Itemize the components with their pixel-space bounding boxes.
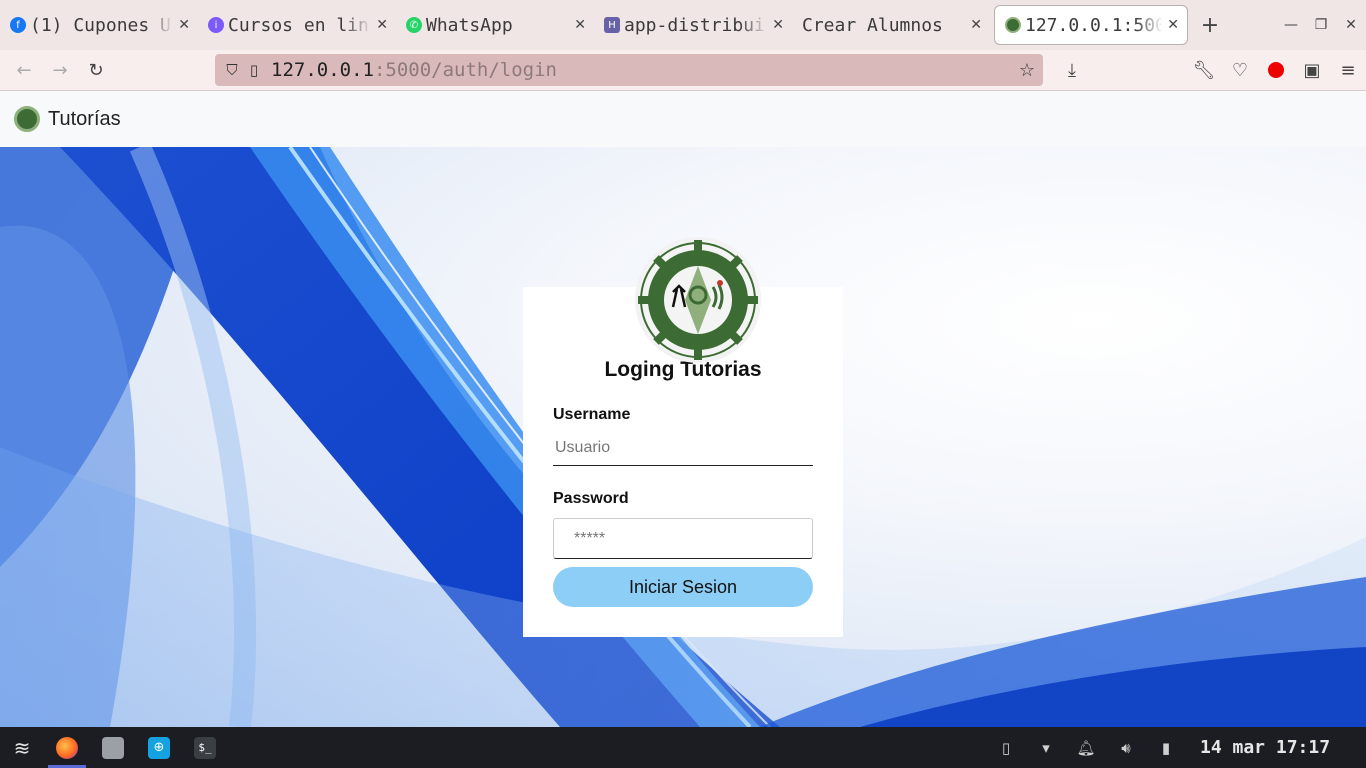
browser-tab-facebook[interactable]: f (1) Cupones U ✕: [0, 5, 198, 45]
browser-tab-active-login[interactable]: 127.0.0.1:500 ✕: [994, 5, 1188, 45]
terminal-launcher[interactable]: $_: [182, 727, 228, 768]
browser-tab-strip: f (1) Cupones U ✕ i Cursos en lin ✕ ✆ Wh…: [0, 0, 1366, 50]
password-input[interactable]: [553, 518, 813, 559]
course-site-icon: i: [208, 17, 224, 33]
close-icon[interactable]: ✕: [178, 17, 190, 33]
taskbar-clock[interactable]: 14 mar 17:17: [1186, 737, 1366, 758]
restore-icon[interactable]: ❐: [1306, 17, 1336, 33]
window-controls: — ❐ ✕: [1276, 0, 1366, 50]
close-icon[interactable]: ✕: [970, 17, 982, 33]
files-launcher[interactable]: [90, 727, 136, 768]
close-icon[interactable]: ✕: [772, 17, 784, 33]
browser-tab-crear-alumnos[interactable]: Crear Alumnos ✕: [792, 5, 990, 45]
adblock-extension-icon[interactable]: [1258, 52, 1294, 88]
tab-title: Cursos en lin: [228, 14, 369, 36]
tutorias-seal-icon: [1005, 17, 1021, 33]
clipboard-icon[interactable]: ▮: [1146, 739, 1186, 757]
downloads-icon[interactable]: ⤓: [1054, 52, 1090, 88]
back-arrow-icon[interactable]: ←: [6, 52, 42, 88]
new-tab-button[interactable]: +: [1188, 13, 1232, 38]
username-input[interactable]: [553, 430, 813, 466]
notifications-bell-icon[interactable]: 🔔︎: [1066, 739, 1106, 757]
software-store-icon: ⊕: [148, 736, 170, 759]
menu-icon[interactable]: ≡: [1330, 52, 1366, 88]
close-icon[interactable]: ✕: [574, 17, 586, 33]
page-info-icon[interactable]: ▯: [243, 61, 265, 79]
zorin-menu-button[interactable]: ≋: [0, 727, 44, 768]
window-close-icon[interactable]: ✕: [1336, 17, 1366, 33]
tab-title: app-distribui: [624, 14, 765, 36]
username-label: Username: [553, 406, 631, 423]
address-bar[interactable]: ⛉ ▯ 127.0.0.1:5000/auth/login ☆: [215, 54, 1043, 86]
institute-seal: [635, 237, 761, 363]
firefox-icon: [56, 736, 78, 759]
close-icon[interactable]: ✕: [376, 17, 388, 33]
volume-icon[interactable]: 🔊︎: [1106, 739, 1146, 757]
url-host: 127.0.0.1: [271, 59, 374, 81]
os-taskbar: ≋ ⊕ $_ ▯ ▾ 🔔︎ 🔊︎ ▮ 14 mar 17:17: [0, 727, 1366, 768]
browser-tab-cursos[interactable]: i Cursos en lin ✕: [198, 5, 396, 45]
password-label: Password: [553, 490, 629, 507]
extension-icon[interactable]: ▣: [1294, 52, 1330, 88]
forward-arrow-icon[interactable]: →: [42, 52, 78, 88]
shield-icon[interactable]: ⛉: [221, 61, 243, 79]
wrench-icon[interactable]: 🔧︎: [1186, 52, 1222, 88]
reload-icon[interactable]: ↻: [78, 52, 114, 88]
files-icon: [102, 736, 124, 759]
toolbar-right-group: ⤓ 🔧︎ ♡ ▣ ≡: [1054, 50, 1366, 90]
site-navbar: Tutorías: [0, 91, 1366, 147]
browser-tab-whatsapp[interactable]: ✆ WhatsApp ✕: [396, 5, 594, 45]
terminal-icon: $_: [194, 736, 216, 759]
tab-title: 127.0.0.1:500: [1025, 14, 1164, 36]
tutorias-logo-icon[interactable]: [14, 106, 40, 132]
whatsapp-icon: ✆: [406, 17, 422, 33]
zorin-menu-icon: ≋: [13, 735, 31, 760]
url-path: :5000/auth/login: [373, 59, 557, 81]
heroku-icon: H: [604, 17, 620, 33]
institute-seal-icon: [638, 240, 758, 360]
tab-title: (1) Cupones U: [30, 14, 171, 36]
minimize-icon[interactable]: —: [1276, 17, 1306, 33]
software-store-launcher[interactable]: ⊕: [136, 727, 182, 768]
system-tray: ▯ ▾ 🔔︎ 🔊︎ ▮ 14 mar 17:17: [986, 727, 1366, 768]
phone-connect-icon[interactable]: ▯: [986, 739, 1026, 757]
tab-title: Crear Alumnos: [802, 14, 943, 36]
firefox-launcher[interactable]: [44, 727, 90, 768]
browser-tab-app-distribuidor[interactable]: H app-distribui ✕: [594, 5, 792, 45]
site-brand[interactable]: Tutorías: [48, 108, 121, 131]
tab-title: WhatsApp: [426, 14, 513, 36]
bookmark-star-icon[interactable]: ☆: [1019, 60, 1035, 81]
vpn-shield-icon[interactable]: ▾: [1026, 739, 1066, 757]
login-submit-button[interactable]: Iniciar Sesion: [553, 567, 813, 607]
navigation-toolbar: ← → ↻ ⛉ ▯ 127.0.0.1:5000/auth/login ☆ ⤓ …: [0, 50, 1366, 91]
facebook-icon: f: [10, 17, 26, 33]
pocket-icon[interactable]: ♡: [1222, 52, 1258, 88]
close-icon[interactable]: ✕: [1167, 17, 1179, 33]
